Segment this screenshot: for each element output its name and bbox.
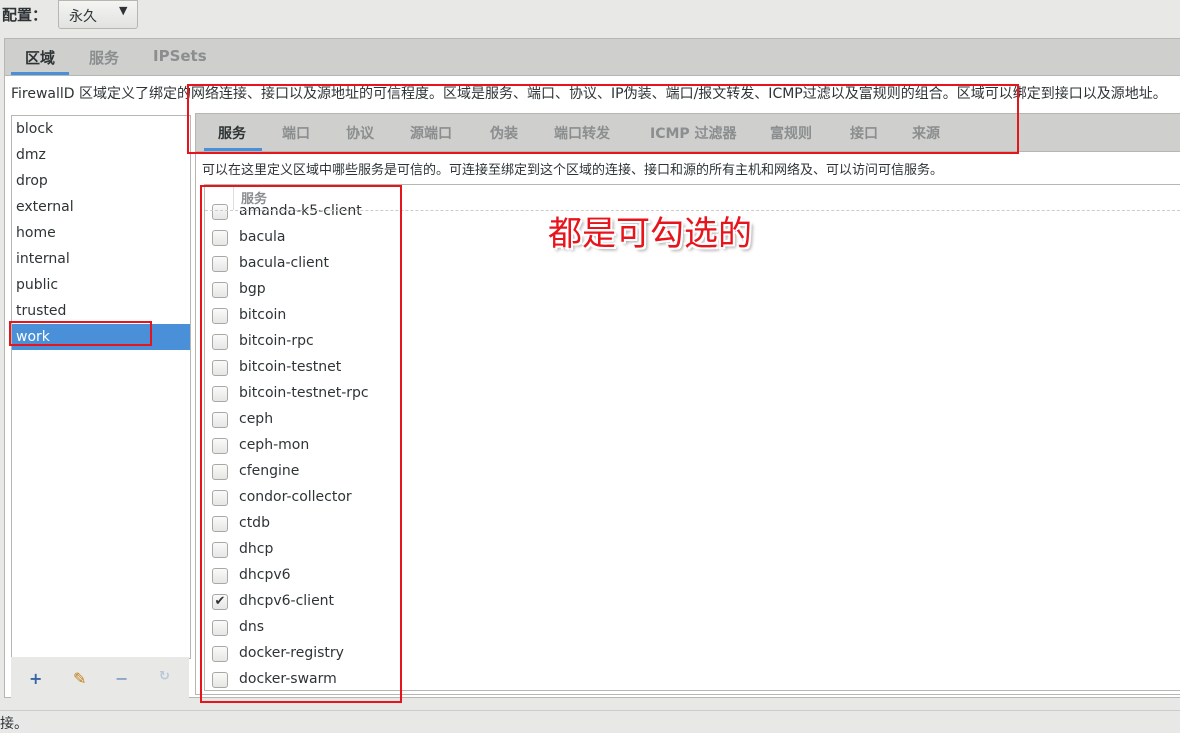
tab-services[interactable]: 服务 [89,47,119,68]
chevron-down-icon: ▼ [119,4,128,17]
annotation-box-services [200,185,402,703]
zone-item-drop[interactable]: drop [12,168,190,194]
services-description: 可以在这里定义区域中哪些服务是可信的。可连接至绑定到这个区域的连接、接口和源的所… [202,163,944,178]
config-value: 永久 [69,9,97,25]
zone-toolbar: + ✎ − ↻ [11,657,189,701]
config-dropdown[interactable]: 永久 ▼ [58,0,138,29]
zone-item-dmz[interactable]: dmz [12,142,190,168]
zone-item-home[interactable]: home [12,220,190,246]
zone-item-public[interactable]: public [12,272,190,298]
config-label: 配置： [2,6,48,24]
tab-zones[interactable]: 区域 [25,47,55,68]
tab-ipsets[interactable]: IPSets [153,47,207,65]
outer-tab-bar: 区域 服务 IPSets [5,39,1180,76]
reload-zone-button[interactable]: ↻ [159,669,170,684]
annotation-box-tabs [187,84,1019,154]
status-bar: 接。 [0,710,1180,733]
status-text: 接。 [0,716,28,732]
edit-zone-button[interactable]: ✎ [73,669,86,688]
add-zone-button[interactable]: + [29,669,42,688]
annotation-text: 都是可勾选的 [548,214,752,254]
zone-item-internal[interactable]: internal [12,246,190,272]
zone-item-block[interactable]: block [12,116,190,142]
remove-zone-button[interactable]: − [115,669,128,688]
zone-list[interactable]: block dmz drop external home internal public tr… [11,115,191,659]
zone-item-external[interactable]: external [12,194,190,220]
tab-indicator [11,72,69,75]
annotation-box-work [9,321,152,346]
